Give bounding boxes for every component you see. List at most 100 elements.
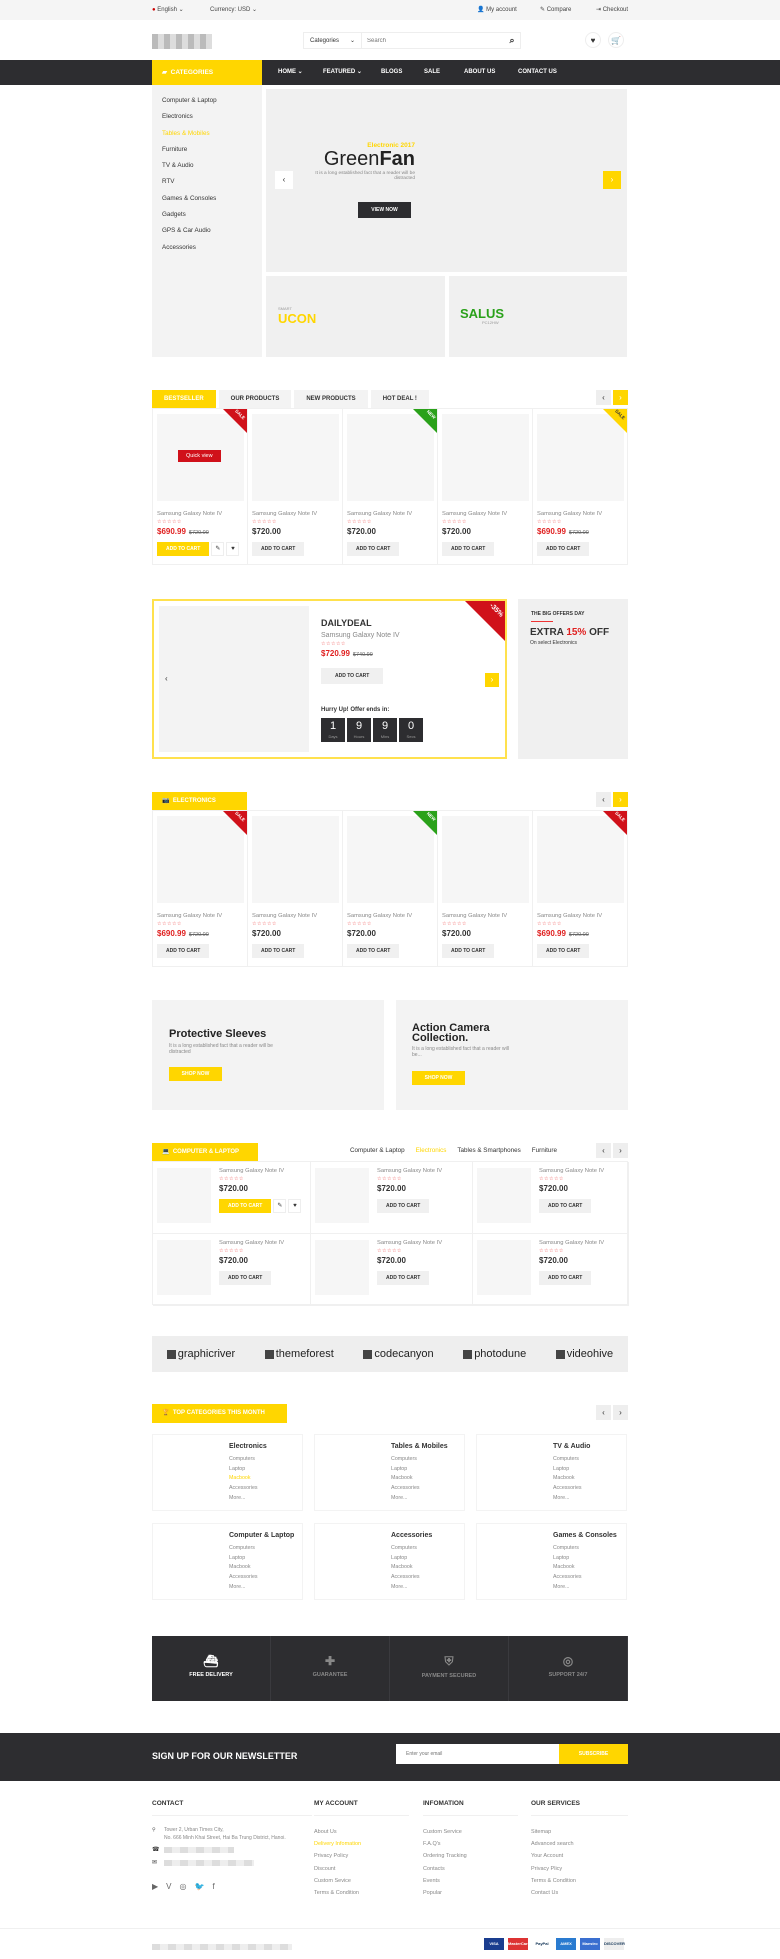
product-name[interactable]: Samsung Galaxy Note IV <box>347 913 433 919</box>
category-link[interactable]: Accessories <box>229 1484 302 1494</box>
dribbble-icon[interactable]: ◎ <box>180 1882 187 1891</box>
sidebar-item[interactable]: RTV <box>162 174 252 190</box>
category-link[interactable]: Laptop <box>391 1465 464 1475</box>
search-icon[interactable]: ⌕ <box>504 35 520 46</box>
product-card[interactable]: Samsung Galaxy Note IV ☆☆☆☆☆ $720.00 ADD TO… <box>153 1162 311 1234</box>
product-image[interactable] <box>442 816 529 903</box>
add-to-cart-button[interactable]: ADD TO CART <box>537 542 590 556</box>
category-link[interactable]: Macbook <box>553 1563 626 1573</box>
category-link[interactable]: Accessories <box>553 1484 626 1494</box>
product-card[interactable]: Samsung Galaxy Note IV ☆☆☆☆☆ $720.00 ADD TO… <box>473 1162 629 1234</box>
sidebar-item[interactable]: Games & Consoles <box>162 191 252 207</box>
category-link[interactable]: Accessories <box>553 1573 626 1583</box>
compare-link[interactable]: ✎ Compare <box>540 6 571 13</box>
product-card[interactable]: Samsung Galaxy Note IV ☆☆☆☆☆ $720.00 ADD TO… <box>153 1234 311 1306</box>
banner-salus[interactable]: SALUS PC12HW <box>449 276 627 357</box>
wishlist-icon[interactable]: ♥ <box>226 542 240 556</box>
footer-link[interactable]: Ordering Tracking <box>423 1850 518 1862</box>
category-link[interactable]: More... <box>391 1583 464 1593</box>
footer-link[interactable]: Popular <box>423 1887 518 1899</box>
sidebar-item[interactable]: TV & Audio <box>162 158 252 174</box>
prev-button[interactable]: ‹ <box>596 1143 611 1158</box>
add-to-cart-button[interactable]: ADD TO CART <box>377 1271 430 1285</box>
footer-link[interactable]: Advanced search <box>531 1838 628 1850</box>
language-selector[interactable]: ● English ⌄ <box>152 6 184 13</box>
brand-logo[interactable]: codecanyon <box>363 1348 434 1360</box>
promo-banner-camera[interactable]: Action Camera Collection. It is a long e… <box>396 1000 628 1110</box>
next-button[interactable]: › <box>613 1143 628 1158</box>
category-title[interactable]: Accessories <box>391 1532 464 1539</box>
my-account-link[interactable]: 👤 My account <box>477 6 517 13</box>
shop-now-button[interactable]: SHOP NOW <box>169 1067 222 1081</box>
brand-logo[interactable]: themeforest <box>264 1348 334 1360</box>
product-card[interactable]: SALE Quick view Samsung Galaxy Note IV ☆☆☆☆… <box>153 408 248 564</box>
search-category-select[interactable]: Categories ⌄ <box>304 33 362 48</box>
nav-item[interactable]: BLOGS <box>381 60 402 85</box>
twitter-icon[interactable]: 🐦 <box>194 1882 204 1891</box>
nav-item[interactable]: ABOUT US <box>464 60 495 85</box>
compare-icon[interactable]: ✎ <box>273 1199 287 1213</box>
category-link[interactable]: More... <box>391 1494 464 1504</box>
brand-logo[interactable]: videohive <box>555 1348 613 1360</box>
category-link[interactable]: Accessories <box>391 1484 464 1494</box>
product-image[interactable] <box>315 1168 369 1223</box>
big-offers-banner[interactable]: THE BIG OFFERS DAY EXTRA 15% OFF On sele… <box>518 599 628 759</box>
product-image[interactable] <box>157 1168 211 1223</box>
footer-link[interactable]: Contacts <box>423 1863 518 1875</box>
categories-toggle[interactable]: ▰ CATEGORIES <box>152 60 262 85</box>
add-to-cart-button[interactable]: ADD TO CART <box>157 542 210 556</box>
add-to-cart-button[interactable]: ADD TO CART <box>537 944 590 958</box>
product-name[interactable]: Samsung Galaxy Note IV <box>377 1168 442 1174</box>
add-to-cart-button[interactable]: ADD TO CART <box>252 542 305 556</box>
category-link[interactable]: Computers <box>391 1455 464 1465</box>
footer-link[interactable]: Events <box>423 1875 518 1887</box>
product-card[interactable]: Samsung Galaxy Note IV ☆☆☆☆☆ $720.00 ADD TO… <box>438 409 533 564</box>
product-card[interactable]: SALE Samsung Galaxy Note IV ☆☆☆☆☆ $690.99 $7… <box>533 810 628 966</box>
nav-item[interactable]: SALE <box>424 60 440 85</box>
footer-link[interactable]: Custom Sevice <box>314 1875 409 1887</box>
category-link[interactable]: More... <box>229 1583 302 1593</box>
product-name[interactable]: Samsung Galaxy Note IV <box>539 1168 604 1174</box>
category-title[interactable]: TV & Audio <box>553 1443 626 1450</box>
promo-banner-sleeves[interactable]: Protective Sleeves It is a long establis… <box>152 1000 384 1110</box>
product-name[interactable]: Samsung Galaxy Note IV <box>157 511 243 517</box>
sidebar-item[interactable]: Tables & Mobiles <box>162 126 252 142</box>
add-to-cart-button[interactable]: ADD TO CART <box>219 1271 272 1285</box>
facebook-icon[interactable]: f <box>212 1882 214 1891</box>
category-title[interactable]: Computer & Laptop <box>229 1532 302 1539</box>
deal-next-button[interactable]: › <box>485 673 499 687</box>
product-name[interactable]: Samsung Galaxy Note IV <box>442 913 528 919</box>
category-link[interactable]: Laptop <box>553 1465 626 1475</box>
product-card[interactable]: Samsung Galaxy Note IV ☆☆☆☆☆ $720.00 ADD TO… <box>311 1162 473 1234</box>
nav-item[interactable]: HOME ⌄ <box>278 60 303 85</box>
sidebar-item[interactable]: Furniture <box>162 142 252 158</box>
add-to-cart-button[interactable]: ADD TO CART <box>442 944 495 958</box>
footer-link[interactable]: F.A.Q's <box>423 1838 518 1850</box>
next-button[interactable]: › <box>613 1405 628 1420</box>
product-card[interactable]: SALE Samsung Galaxy Note IV ☆☆☆☆☆ $690.99 $7… <box>153 810 248 966</box>
banner-ucon[interactable]: SMART UCON <box>266 276 445 357</box>
quick-view-button[interactable]: Quick view <box>178 450 221 462</box>
next-button[interactable]: › <box>613 792 628 807</box>
subscribe-button[interactable]: SUBSCRIBE <box>559 1744 628 1764</box>
product-image[interactable] <box>315 1240 369 1295</box>
product-card[interactable]: NEW Samsung Galaxy Note IV ☆☆☆☆☆ $720.00 ADD… <box>343 811 438 966</box>
deal-product-name[interactable]: Samsung Galaxy Note IV <box>321 632 425 639</box>
brand-logo[interactable]: graphicriver <box>166 1348 235 1360</box>
footer-link[interactable]: Privacy Policy <box>314 1850 409 1862</box>
product-name[interactable]: Samsung Galaxy Note IV <box>157 913 243 919</box>
sidebar-item[interactable]: Accessories <box>162 240 252 256</box>
category-link[interactable]: More... <box>553 1494 626 1504</box>
category-link[interactable]: Computers <box>391 1544 464 1554</box>
product-card[interactable]: NEW Samsung Galaxy Note IV ☆☆☆☆☆ $720.00 ADD… <box>343 409 438 564</box>
product-card[interactable]: Samsung Galaxy Note IV ☆☆☆☆☆ $720.00 ADD TO… <box>248 811 343 966</box>
category-link[interactable]: Macbook <box>553 1474 626 1484</box>
product-image[interactable] <box>442 414 529 501</box>
category-link[interactable]: Laptop <box>391 1554 464 1564</box>
footer-link[interactable]: Sitemap <box>531 1826 628 1838</box>
search-input[interactable] <box>362 37 504 44</box>
category-title[interactable]: Tables & Mobiles <box>391 1443 464 1450</box>
product-name[interactable]: Samsung Galaxy Note IV <box>537 913 623 919</box>
cart-icon[interactable]: 🛒 <box>608 32 624 48</box>
product-image[interactable] <box>157 1240 211 1295</box>
